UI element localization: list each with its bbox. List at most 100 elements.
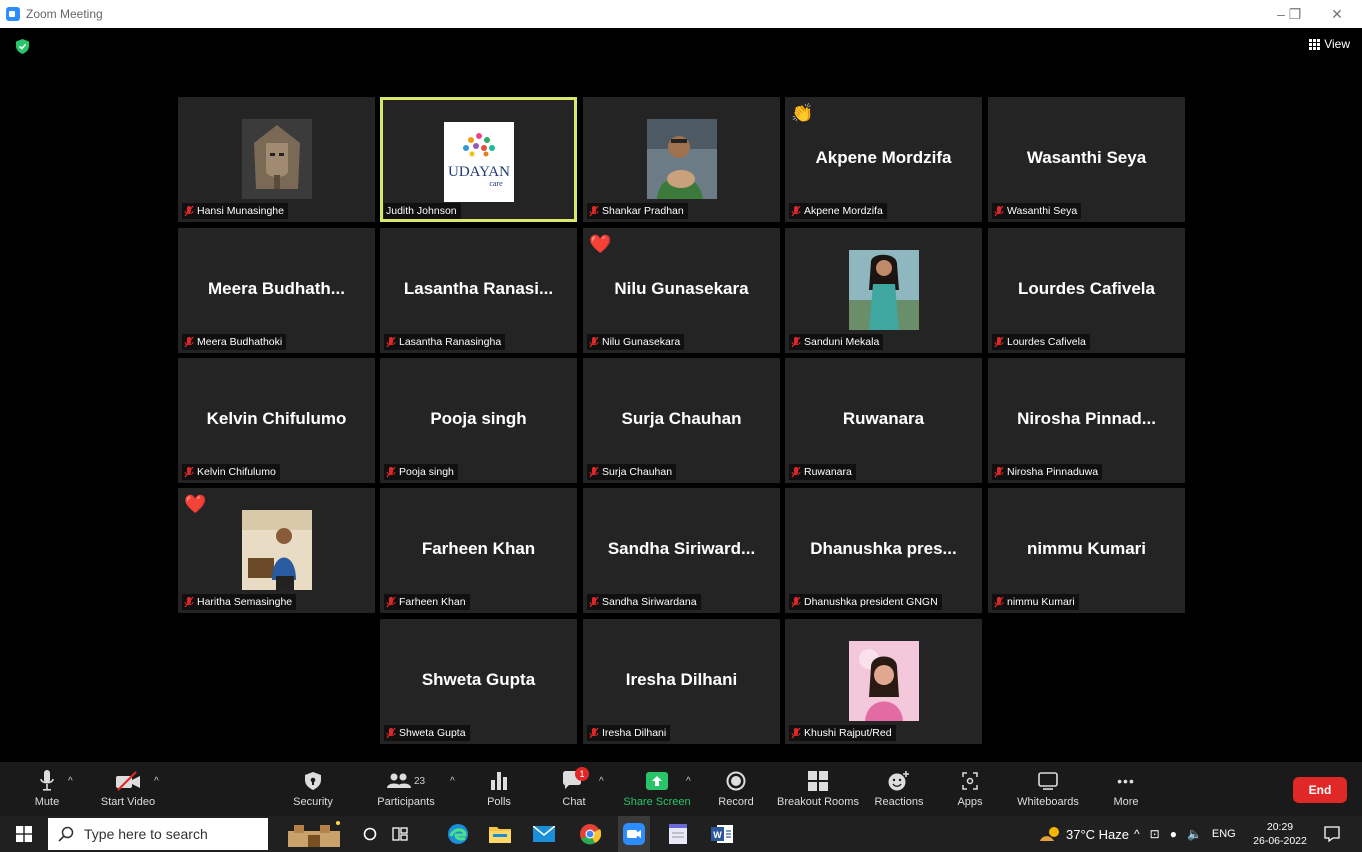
close-button[interactable]: ✕ xyxy=(1314,0,1360,28)
start-video-button[interactable]: Start Video xyxy=(96,762,160,816)
show-hidden-icons-icon[interactable]: ^ xyxy=(1134,827,1140,841)
share-caret-icon[interactable]: ^ xyxy=(686,776,691,787)
volume-icon[interactable]: 🔈 xyxy=(1187,827,1202,841)
taskbar-clock[interactable]: 20:29 26-06-2022 xyxy=(1252,820,1308,848)
participant-tile[interactable]: Nilu Gunasekara ❤️ Nilu Gunasekara xyxy=(583,228,780,353)
participant-tile[interactable]: Wasanthi Seya Wasanthi Seya xyxy=(988,97,1185,222)
task-view-icon[interactable] xyxy=(386,816,414,852)
windows-start-button[interactable] xyxy=(8,816,40,852)
system-tray: ^ ⊡ ● 🔈 ENG xyxy=(1134,816,1236,852)
heart-reaction-icon: ❤️ xyxy=(184,494,207,514)
participant-name-tag: Iresha Dilhani xyxy=(587,725,671,741)
participant-name-label: Dhanushka president GNGN xyxy=(804,596,938,608)
chat-caret-icon[interactable]: ^ xyxy=(599,776,604,787)
participant-tile[interactable]: Meera Budhath... Meera Budhathoki xyxy=(178,228,375,353)
muted-mic-icon xyxy=(184,466,194,477)
encryption-shield-icon[interactable] xyxy=(16,39,29,54)
zoom-app-icon xyxy=(6,7,20,21)
participants-caret-icon[interactable]: ^ xyxy=(450,776,455,787)
taskbar-search-box[interactable]: Type here to search xyxy=(48,818,268,850)
word-icon[interactable]: W xyxy=(706,816,738,852)
participant-display-name: Meera Budhath... xyxy=(208,278,345,298)
record-label: Record xyxy=(718,796,754,808)
heart-reaction-icon: ❤️ xyxy=(589,234,612,254)
chat-button[interactable]: 1 Chat xyxy=(556,762,592,816)
notifications-icon[interactable] xyxy=(1318,816,1346,852)
view-button[interactable]: View xyxy=(1309,37,1350,51)
participant-tile[interactable]: Dhanushka pres... Dhanushka president GNG… xyxy=(785,488,982,613)
notepad-icon[interactable] xyxy=(662,816,694,852)
title-bar: Zoom Meeting – ❐ ✕ xyxy=(0,0,1362,28)
cortana-icon[interactable] xyxy=(356,816,384,852)
file-explorer-icon[interactable] xyxy=(484,816,516,852)
restore-button[interactable]: ❐ xyxy=(1272,0,1318,28)
muted-mic-icon xyxy=(184,596,194,607)
muted-mic-icon xyxy=(994,336,1004,347)
audio-options-caret-icon[interactable]: ^ xyxy=(68,776,73,787)
participant-name-tag: Wasanthi Seya xyxy=(992,203,1082,219)
share-screen-button[interactable]: Share Screen xyxy=(622,762,692,816)
reactions-button[interactable]: Reactions xyxy=(872,762,926,816)
chrome-icon[interactable] xyxy=(574,816,606,852)
participant-tile[interactable]: Pooja singh Pooja singh xyxy=(380,358,577,483)
participant-tile[interactable]: Sanduni Mekala xyxy=(785,228,982,353)
share-screen-icon xyxy=(646,772,668,790)
weather-widget[interactable]: 37°C Haze xyxy=(1040,816,1129,852)
network-icon[interactable]: ⊡ xyxy=(1150,827,1160,841)
record-button[interactable]: Record xyxy=(716,762,756,816)
clock-time: 20:29 xyxy=(1266,821,1294,833)
participant-tile[interactable]: Farheen Khan Farheen Khan xyxy=(380,488,577,613)
participant-tile[interactable]: Iresha Dilhani Iresha Dilhani xyxy=(583,619,780,744)
security-button[interactable]: Security xyxy=(290,762,336,816)
participant-tile[interactable]: Hansi Munasinghe xyxy=(178,97,375,222)
more-button[interactable]: ••• More xyxy=(1108,762,1144,816)
participants-button[interactable]: 23 Participants xyxy=(374,762,438,816)
participant-display-name: Kelvin Chifulumo xyxy=(206,408,347,428)
mute-button[interactable]: Mute xyxy=(30,762,64,816)
muted-mic-icon xyxy=(791,596,801,607)
participant-tile[interactable]: Lourdes Cafivela Lourdes Cafivela xyxy=(988,228,1185,353)
participant-name-label: Lourdes Cafivela xyxy=(1007,336,1086,348)
participant-tile[interactable]: Ruwanara Ruwanara xyxy=(785,358,982,483)
participant-tile[interactable]: Surja Chauhan Surja Chauhan xyxy=(583,358,780,483)
language-indicator[interactable]: ENG xyxy=(1212,828,1236,840)
participant-name-tag: Shweta Gupta xyxy=(384,725,470,741)
participant-name-tag: Lourdes Cafivela xyxy=(992,334,1090,350)
edge-browser-icon[interactable] xyxy=(442,816,474,852)
apps-button[interactable]: Apps xyxy=(952,762,988,816)
muted-mic-icon xyxy=(994,466,1004,477)
participant-tile[interactable]: Kelvin Chifulumo Kelvin Chifulumo xyxy=(178,358,375,483)
participant-tile[interactable]: ❤️ Haritha Semasinghe xyxy=(178,488,375,613)
tray-microphone-icon[interactable]: ● xyxy=(1170,827,1177,841)
muted-mic-icon xyxy=(994,205,1004,216)
participant-name-label: Farheen Khan xyxy=(399,596,466,608)
video-off-icon xyxy=(116,771,140,791)
muted-mic-icon xyxy=(791,466,801,477)
participant-tile[interactable]: Sandha Siriward... Sandha Siriwardana xyxy=(583,488,780,613)
participant-tile[interactable]: UDAYAN care Judith Johnson xyxy=(380,97,577,222)
mail-icon[interactable] xyxy=(528,816,560,852)
search-placeholder: Type here to search xyxy=(84,826,208,842)
participant-tile[interactable]: Lasantha Ranasi... Lasantha Ranasingha xyxy=(380,228,577,353)
participant-tile[interactable]: Shweta Gupta Shweta Gupta xyxy=(380,619,577,744)
search-highlight-fort-icon[interactable] xyxy=(282,816,346,852)
whiteboard-icon xyxy=(1038,772,1058,790)
participant-name-tag: Sandha Siriwardana xyxy=(587,594,701,610)
udayan-care-logo: UDAYANcare xyxy=(443,122,514,202)
end-meeting-button[interactable]: End xyxy=(1293,777,1347,803)
participant-display-name: Sandha Siriward... xyxy=(607,538,756,558)
participant-tile[interactable]: Shankar Pradhan xyxy=(583,97,780,222)
video-options-caret-icon[interactable]: ^ xyxy=(154,776,159,787)
zoom-taskbar-icon[interactable] xyxy=(618,816,650,852)
participant-display-name: Lasantha Ranasi... xyxy=(403,278,554,298)
participant-tile[interactable]: nimmu Kumari nimmu Kumari xyxy=(988,488,1185,613)
participant-tile[interactable]: Nirosha Pinnad... Nirosha Pinnaduwa xyxy=(988,358,1185,483)
girl-pink-background-avatar xyxy=(848,641,919,721)
breakout-rooms-button[interactable]: Breakout Rooms xyxy=(776,762,860,816)
polls-button[interactable]: Polls xyxy=(484,762,514,816)
participant-tile[interactable]: Akpene Mordzifa 👏 Akpene Mordzifa xyxy=(785,97,982,222)
mute-label: Mute xyxy=(34,796,60,808)
participant-tile[interactable]: Khushi Rajput/Red xyxy=(785,619,982,744)
microphone-icon xyxy=(40,770,54,791)
whiteboards-button[interactable]: Whiteboards xyxy=(1010,762,1086,816)
